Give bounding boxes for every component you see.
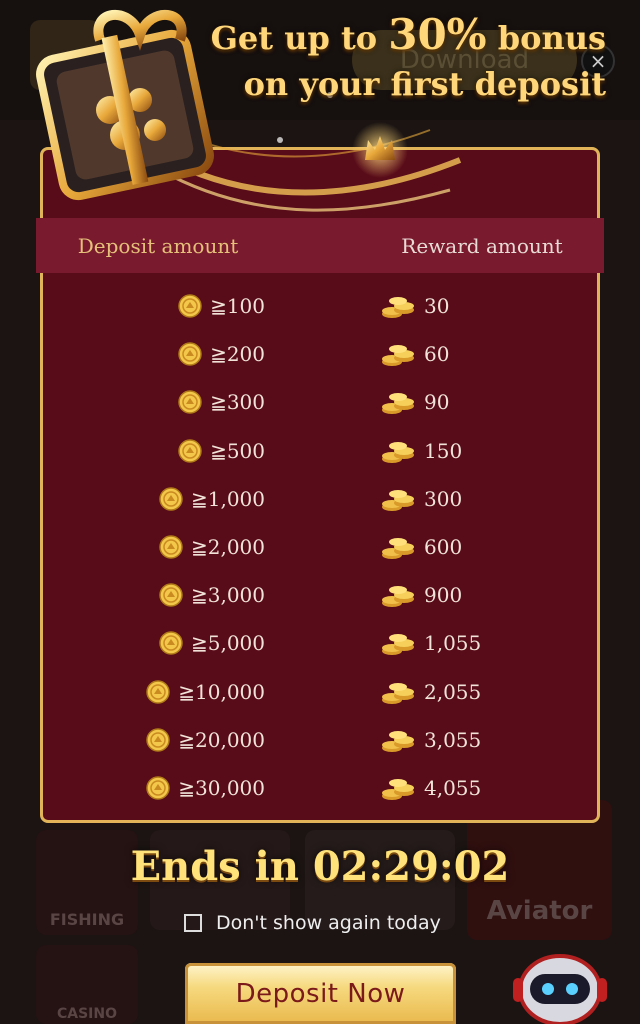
dont-show-label[interactable]: Don't show again today bbox=[216, 912, 441, 934]
coin-icon bbox=[178, 294, 202, 318]
deposit-cell: ≧5,000 bbox=[40, 619, 265, 667]
coin-icon bbox=[146, 727, 170, 752]
deposit-value: ≧10,000 bbox=[178, 679, 265, 704]
deposit-cell: ≧30,000 bbox=[40, 764, 265, 812]
reward-value: 4,055 bbox=[424, 775, 482, 800]
deposit-value: ≧20,000 bbox=[178, 727, 265, 752]
deposit-value: ≧2,000 bbox=[190, 534, 265, 559]
deposit-cell: ≧300 bbox=[40, 378, 265, 426]
coin-pile-icon bbox=[380, 629, 416, 657]
deposit-cell: ≧3,000 bbox=[40, 571, 265, 619]
deposit-value: ≧30,000 bbox=[178, 775, 265, 800]
coin-pile-icon bbox=[380, 292, 416, 320]
reward-cell: 150 bbox=[380, 427, 600, 475]
table-row: ≧5,000 1,055 bbox=[40, 619, 600, 667]
reward-table: ≧100 30 ≧200 60 ≧300 90 ≧500 150 ≧1,000 … bbox=[40, 282, 600, 812]
reward-value: 900 bbox=[424, 583, 463, 608]
coin-icon bbox=[159, 631, 183, 656]
reward-value: 2,055 bbox=[424, 679, 482, 704]
reward-cell: 2,055 bbox=[380, 668, 600, 716]
table-row: ≧200 60 bbox=[40, 330, 600, 378]
coin-icon bbox=[178, 438, 202, 463]
deposit-value: ≧500 bbox=[210, 438, 265, 463]
deposit-value: ≧200 bbox=[210, 342, 265, 367]
reward-value: 1,055 bbox=[424, 631, 482, 656]
reward-cell: 90 bbox=[380, 378, 600, 426]
countdown-timer: Ends in 02:29:02 bbox=[0, 843, 640, 890]
coin-icon bbox=[146, 679, 170, 704]
coin-pile-icon bbox=[380, 485, 416, 513]
coin-icon bbox=[178, 390, 202, 415]
deposit-cell: ≧10,000 bbox=[40, 668, 265, 716]
coin-icon bbox=[159, 487, 183, 511]
reward-value: 90 bbox=[424, 390, 450, 415]
promo-text: Get up to bbox=[210, 19, 389, 57]
coin-icon bbox=[146, 776, 170, 800]
reward-value: 150 bbox=[424, 438, 463, 463]
table-row: ≧500 150 bbox=[40, 427, 600, 475]
header-reward-amount: Reward amount bbox=[401, 233, 563, 258]
dont-show-checkbox[interactable] bbox=[184, 914, 202, 932]
promo-subtitle: on your first deposit bbox=[243, 65, 606, 103]
table-row: ≧3,000 900 bbox=[40, 571, 600, 619]
reward-cell: 1,055 bbox=[380, 619, 600, 667]
coin-pile-icon bbox=[380, 340, 416, 368]
reward-cell: 600 bbox=[380, 523, 600, 571]
deposit-cell: ≧20,000 bbox=[40, 716, 265, 764]
deposit-value: ≧300 bbox=[210, 390, 265, 415]
coin-pile-icon bbox=[380, 437, 416, 465]
deposit-cell: ≧2,000 bbox=[40, 523, 265, 571]
reward-cell: 900 bbox=[380, 571, 600, 619]
promo-percent: 30% bbox=[388, 10, 487, 59]
deposit-value: ≧1,000 bbox=[190, 486, 265, 511]
deposit-cell: ≧1,000 bbox=[40, 475, 265, 523]
coin-pile-icon bbox=[380, 533, 416, 561]
table-row: ≧10,000 2,055 bbox=[40, 668, 600, 716]
countdown-prefix: Ends in bbox=[130, 843, 313, 890]
header-deposit-amount: Deposit amount bbox=[77, 233, 239, 258]
table-row: ≧100 30 bbox=[40, 282, 600, 330]
support-robot-icon[interactable] bbox=[505, 930, 615, 1024]
coin-icon bbox=[159, 535, 183, 559]
promo-text: bonus bbox=[486, 19, 606, 57]
table-header: Deposit amount Reward amount bbox=[36, 218, 604, 273]
table-row: ≧2,000 600 bbox=[40, 523, 600, 571]
reward-cell: 60 bbox=[380, 330, 600, 378]
coin-icon bbox=[178, 342, 202, 366]
reward-cell: 4,055 bbox=[380, 764, 600, 812]
reward-value: 600 bbox=[424, 534, 463, 559]
coin-pile-icon bbox=[380, 678, 416, 706]
table-row: ≧20,000 3,055 bbox=[40, 716, 600, 764]
deposit-cell: ≧200 bbox=[40, 330, 265, 378]
reward-cell: 30 bbox=[380, 282, 600, 330]
reward-value: 30 bbox=[424, 294, 450, 318]
coin-icon bbox=[159, 583, 183, 607]
deposit-value: ≧3,000 bbox=[190, 583, 265, 608]
deposit-value: ≧100 bbox=[210, 294, 265, 318]
deposit-value: ≧5,000 bbox=[190, 631, 265, 656]
reward-value: 60 bbox=[424, 342, 450, 367]
reward-value: 300 bbox=[424, 486, 463, 511]
reward-cell: 3,055 bbox=[380, 716, 600, 764]
coin-pile-icon bbox=[380, 774, 416, 802]
deposit-now-button[interactable]: Deposit Now bbox=[185, 963, 456, 1024]
table-row: ≧30,000 4,055 bbox=[40, 764, 600, 812]
reward-cell: 300 bbox=[380, 475, 600, 523]
deposit-cell: ≧100 bbox=[40, 282, 265, 330]
promo-title: Get up to 30% bonus on your first deposi… bbox=[211, 12, 606, 107]
coin-pile-icon bbox=[380, 581, 416, 609]
deposit-cell: ≧500 bbox=[40, 427, 265, 475]
coin-pile-icon bbox=[380, 726, 416, 754]
coin-pile-icon bbox=[380, 388, 416, 416]
reward-value: 3,055 bbox=[424, 727, 482, 752]
dont-show-again-row[interactable]: Don't show again today bbox=[184, 912, 441, 934]
countdown-time: 02:29:02 bbox=[312, 843, 510, 890]
table-row: ≧1,000 300 bbox=[40, 475, 600, 523]
table-row: ≧300 90 bbox=[40, 378, 600, 426]
